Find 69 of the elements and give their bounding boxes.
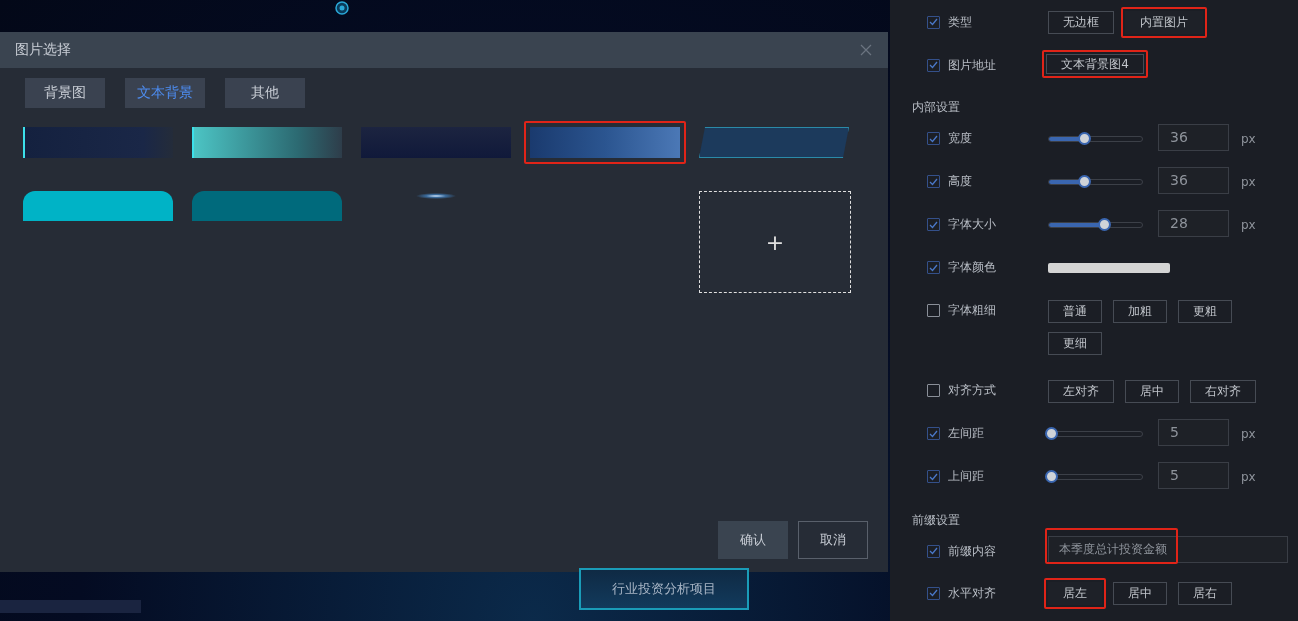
- node-icon: [334, 0, 350, 16]
- color-swatch[interactable]: [1048, 262, 1170, 273]
- option-button[interactable]: 无边框: [1048, 11, 1114, 34]
- field-label: 前缀内容: [948, 542, 996, 560]
- checkbox[interactable]: [927, 586, 940, 600]
- unit-label: px: [1241, 174, 1256, 189]
- option-button[interactable]: 右对齐: [1190, 379, 1256, 403]
- option-button[interactable]: 普通: [1048, 299, 1102, 323]
- field-label: 上间距: [948, 468, 984, 485]
- number-field[interactable]: 36: [1158, 123, 1229, 151]
- image-thumbnail[interactable]: [192, 127, 342, 158]
- option-button[interactable]: 更粗: [1178, 299, 1232, 323]
- field-label: 水平对齐: [948, 584, 996, 602]
- image-thumbnail[interactable]: [699, 127, 849, 158]
- prefix-field[interactable]: 本季度总计投资金额: [1048, 536, 1288, 563]
- slider-thumb[interactable]: [1045, 469, 1058, 483]
- number-field[interactable]: 5: [1158, 418, 1229, 446]
- image-thumbnail[interactable]: [23, 127, 173, 158]
- field-label: 图片地址: [948, 56, 996, 74]
- slider-thumb[interactable]: [1077, 174, 1091, 188]
- number-field[interactable]: 5: [1158, 461, 1229, 489]
- close-icon[interactable]: [860, 44, 872, 56]
- option-button[interactable]: 更细: [1048, 331, 1102, 355]
- add-image-button[interactable]: +: [699, 191, 851, 293]
- field-label: 字体大小: [948, 216, 996, 233]
- checkbox[interactable]: [927, 427, 940, 440]
- slider-thumb[interactable]: [1045, 426, 1058, 440]
- checkbox[interactable]: [927, 261, 940, 274]
- number-field[interactable]: 36: [1158, 166, 1229, 194]
- field-label: 左间距: [948, 425, 984, 442]
- checkbox[interactable]: [927, 58, 940, 72]
- section-heading: 内部设置: [912, 99, 961, 117]
- image-path-button[interactable]: 文本背景图4: [1046, 54, 1144, 74]
- field-label: 字体颜色: [948, 259, 996, 276]
- canvas-banner: 行业投资分析项目: [579, 568, 749, 610]
- unit-label: px: [1241, 426, 1256, 441]
- option-button[interactable]: 居中: [1125, 379, 1179, 403]
- image-thumbnail[interactable]: [192, 191, 342, 221]
- checkbox[interactable]: [927, 175, 940, 188]
- checkbox[interactable]: [927, 384, 940, 397]
- slider-thumb[interactable]: [1077, 131, 1091, 145]
- field-label: 高度: [948, 173, 972, 190]
- field-label: 字体粗细: [948, 302, 996, 319]
- option-button[interactable]: 加粗: [1113, 299, 1167, 323]
- unit-label: px: [1241, 217, 1256, 232]
- confirm-button[interactable]: 确认: [718, 521, 788, 559]
- checkbox[interactable]: [927, 132, 940, 145]
- field-label: 宽度: [948, 130, 972, 147]
- field-label: 对齐方式: [948, 382, 996, 399]
- category-tab[interactable]: 其他: [225, 78, 305, 108]
- checkbox[interactable]: [927, 304, 940, 317]
- unit-label: px: [1241, 131, 1256, 146]
- option-button[interactable]: 居右: [1178, 582, 1232, 605]
- option-button[interactable]: 左对齐: [1048, 379, 1114, 403]
- dialog-title: 图片选择: [15, 41, 71, 59]
- unit-label: px: [1241, 469, 1256, 484]
- checkbox[interactable]: [927, 470, 940, 483]
- cancel-button[interactable]: 取消: [798, 521, 868, 559]
- checkbox[interactable]: [927, 544, 940, 558]
- slider-thumb[interactable]: [1098, 217, 1111, 231]
- checkbox[interactable]: [927, 15, 940, 29]
- option-button[interactable]: 居中: [1113, 582, 1167, 605]
- image-thumbnail[interactable]: [23, 191, 173, 221]
- section-heading: 前缀设置: [912, 511, 961, 529]
- category-tab[interactable]: 背景图: [25, 78, 105, 108]
- checkbox[interactable]: [927, 218, 940, 231]
- image-thumbnail[interactable]: [530, 127, 680, 158]
- number-field[interactable]: 28: [1158, 209, 1229, 237]
- field-label: 类型: [948, 13, 972, 31]
